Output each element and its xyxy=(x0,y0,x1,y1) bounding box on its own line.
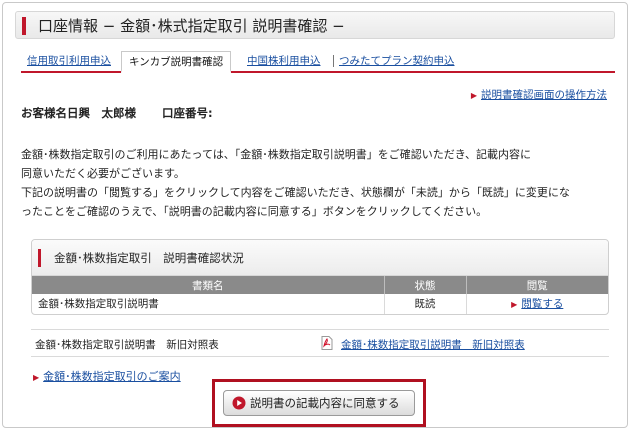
document-status-panel: 金額･株数指定取引 説明書確認状況 書類名 状態 閲覧 金額･株数指定取引説明書… xyxy=(31,239,609,315)
tab-separator xyxy=(333,55,334,67)
panel-accent-bar xyxy=(38,249,41,267)
tab-margin-trading[interactable]: 信用取引利用申込 xyxy=(27,51,111,71)
tab-china-stock[interactable]: 中国株利用申込 xyxy=(247,51,321,71)
view-document-link[interactable]: 閲覧する xyxy=(521,298,563,310)
guide-link-text[interactable]: 金額･株数指定取引のご案内 xyxy=(43,370,181,383)
pdf-icon xyxy=(321,336,333,350)
status-panel-header: 金額･株数指定取引 説明書確認状況 xyxy=(32,240,608,276)
status-panel-title: 金額･株数指定取引 説明書確認状況 xyxy=(54,251,244,265)
guide-link[interactable]: ▶ 金額･株数指定取引のご案内 xyxy=(33,368,181,384)
comparison-label: 金額･株数指定取引説明書 新旧対照表 xyxy=(35,339,219,351)
page-title: 口座情報 − 金額･株式指定取引 説明書確認 − xyxy=(38,17,345,35)
arrow-right-icon: ▶ xyxy=(33,373,40,382)
agree-button[interactable]: 説明書の記載内容に同意する xyxy=(223,390,415,416)
arrow-right-icon: ▶ xyxy=(511,300,518,310)
intro-text: 金額･株数指定取引のご利用にあたっては、「金額･株数指定取引説明書」をご確認いた… xyxy=(21,145,617,221)
main-frame: 口座情報 − 金額･株式指定取引 説明書確認 − 信用取引利用申込 キンカブ説明… xyxy=(2,2,628,428)
help-link[interactable]: ▶ 説明書確認画面の操作方法 xyxy=(471,87,607,102)
tab-bar: 信用取引利用申込 キンカブ説明書確認 中国株利用申込 つみたてプラン契約申込 xyxy=(21,51,615,73)
column-header-view: 閲覧 xyxy=(466,276,608,294)
intro-line: ったことをご確認のうえで、「説明書の記載内容に同意する」ボタンをクリックしてくだ… xyxy=(21,205,488,218)
title-accent-bar xyxy=(22,17,26,35)
table-header-row: 書類名 状態 閲覧 xyxy=(32,276,608,294)
table-row: 金額･株数指定取引説明書 既読 ▶ 閲覧する xyxy=(32,294,608,314)
column-header-document: 書類名 xyxy=(32,276,385,294)
customer-name: 日興 太郎様 xyxy=(67,106,136,120)
tab-kinkabu-document[interactable]: キンカブ説明書確認 xyxy=(121,51,232,73)
column-header-status: 状態 xyxy=(384,276,467,294)
intro-line: 下記の説明書の「閲覧する」をクリックして内容をご確認いただき、状態欄が「未読」か… xyxy=(21,186,570,199)
view-cell: ▶ 閲覧する xyxy=(466,294,608,314)
comparison-pdf-link[interactable]: 金額･株数指定取引説明書 新旧対照表 xyxy=(341,337,525,352)
document-table: 書類名 状態 閲覧 金額･株数指定取引説明書 既読 ▶ 閲覧する xyxy=(32,276,608,314)
help-link-text[interactable]: 説明書確認画面の操作方法 xyxy=(481,89,607,101)
play-circle-icon xyxy=(232,396,246,410)
arrow-right-icon: ▶ xyxy=(470,91,477,100)
intro-line: 同意いただく必要がございます。 xyxy=(21,167,185,180)
customer-name-label: お客様名 xyxy=(21,106,67,120)
page-title-bar: 口座情報 − 金額･株式指定取引 説明書確認 − xyxy=(15,11,615,39)
comparison-row: 金額･株数指定取引説明書 新旧対照表 金額･株数指定取引説明書 新旧対照表 xyxy=(31,329,609,357)
account-number-label: 口座番号: xyxy=(162,106,213,120)
agree-button-label: 説明書の記載内容に同意する xyxy=(250,396,400,410)
document-name: 金額･株数指定取引説明書 xyxy=(32,294,385,314)
document-status: 既読 xyxy=(384,294,467,314)
tab-tsumitate-plan[interactable]: つみたてプラン契約申込 xyxy=(339,51,455,71)
customer-info: お客様名日興 太郎様 口座番号: xyxy=(21,105,213,121)
intro-line: 金額･株数指定取引のご利用にあたっては、「金額･株数指定取引説明書」をご確認いた… xyxy=(21,148,531,161)
